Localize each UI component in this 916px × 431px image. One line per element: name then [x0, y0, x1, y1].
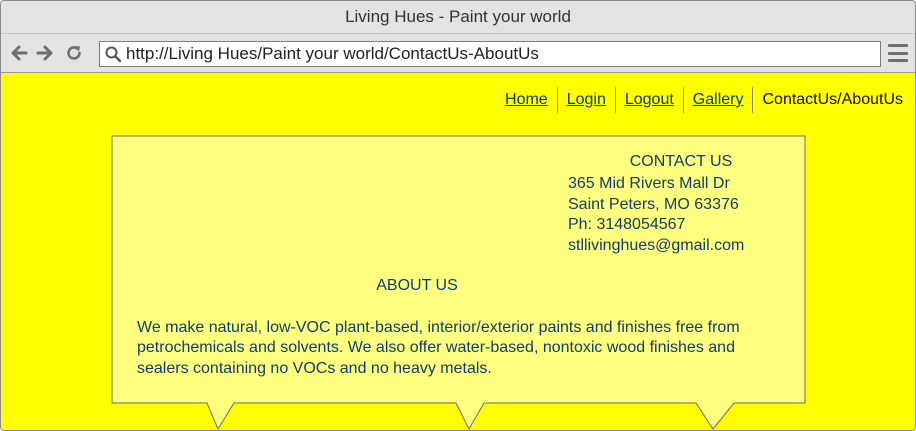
about-heading: ABOUT US: [376, 277, 458, 294]
contact-details: 365 Mid Rivers Mall Dr Saint Peters, MO …: [568, 174, 744, 256]
about-description: We make natural, low-VOC plant-based, in…: [137, 319, 740, 377]
email-address: stllivinghues@gmail.com: [568, 236, 745, 254]
nav-divider: [682, 87, 684, 113]
phone-number: Ph: 3148054567: [568, 216, 686, 233]
reload-icon: [67, 46, 81, 60]
top-navigation: Home Login Logout Gallery ContactUs/Abou…: [505, 87, 903, 113]
search-icon: [102, 43, 124, 65]
url-input[interactable]: [124, 44, 866, 64]
arrow-left-icon: [11, 45, 28, 61]
forward-button[interactable]: [35, 43, 55, 63]
nav-link-gallery[interactable]: Gallery: [693, 91, 744, 109]
info-panel: CONTACT US 365 Mid Rivers Mall Dr Saint …: [111, 135, 806, 430]
address-line-1: 365 Mid Rivers Mall Dr: [568, 175, 730, 192]
address-line-2: Saint Peters, MO 63376: [568, 195, 739, 213]
window-title: Living Hues - Paint your world: [345, 7, 571, 26]
nav-divider: [556, 87, 558, 113]
nav-link-home[interactable]: Home: [505, 91, 548, 109]
browser-window: Living Hues - Paint your world http://Li…: [0, 0, 916, 431]
nav-link-logout[interactable]: Logout: [625, 91, 674, 109]
contact-heading: CONTACT US: [629, 153, 733, 170]
address-bar[interactable]: [99, 41, 881, 67]
arrow-right-icon: [36, 45, 53, 61]
nav-current-page: ContactUs/AboutUs: [762, 91, 903, 108]
hamburger-menu-icon[interactable]: [888, 44, 908, 62]
browser-toolbar: [1, 34, 915, 73]
page-content: Home Login Logout Gallery ContactUs/Abou…: [1, 73, 915, 430]
nav-divider: [614, 87, 616, 113]
nav-divider: [752, 87, 754, 113]
reload-button[interactable]: [64, 43, 84, 63]
nav-link-login[interactable]: Login: [567, 91, 606, 109]
window-title-bar: Living Hues - Paint your world: [1, 1, 915, 34]
back-button[interactable]: [9, 43, 29, 63]
